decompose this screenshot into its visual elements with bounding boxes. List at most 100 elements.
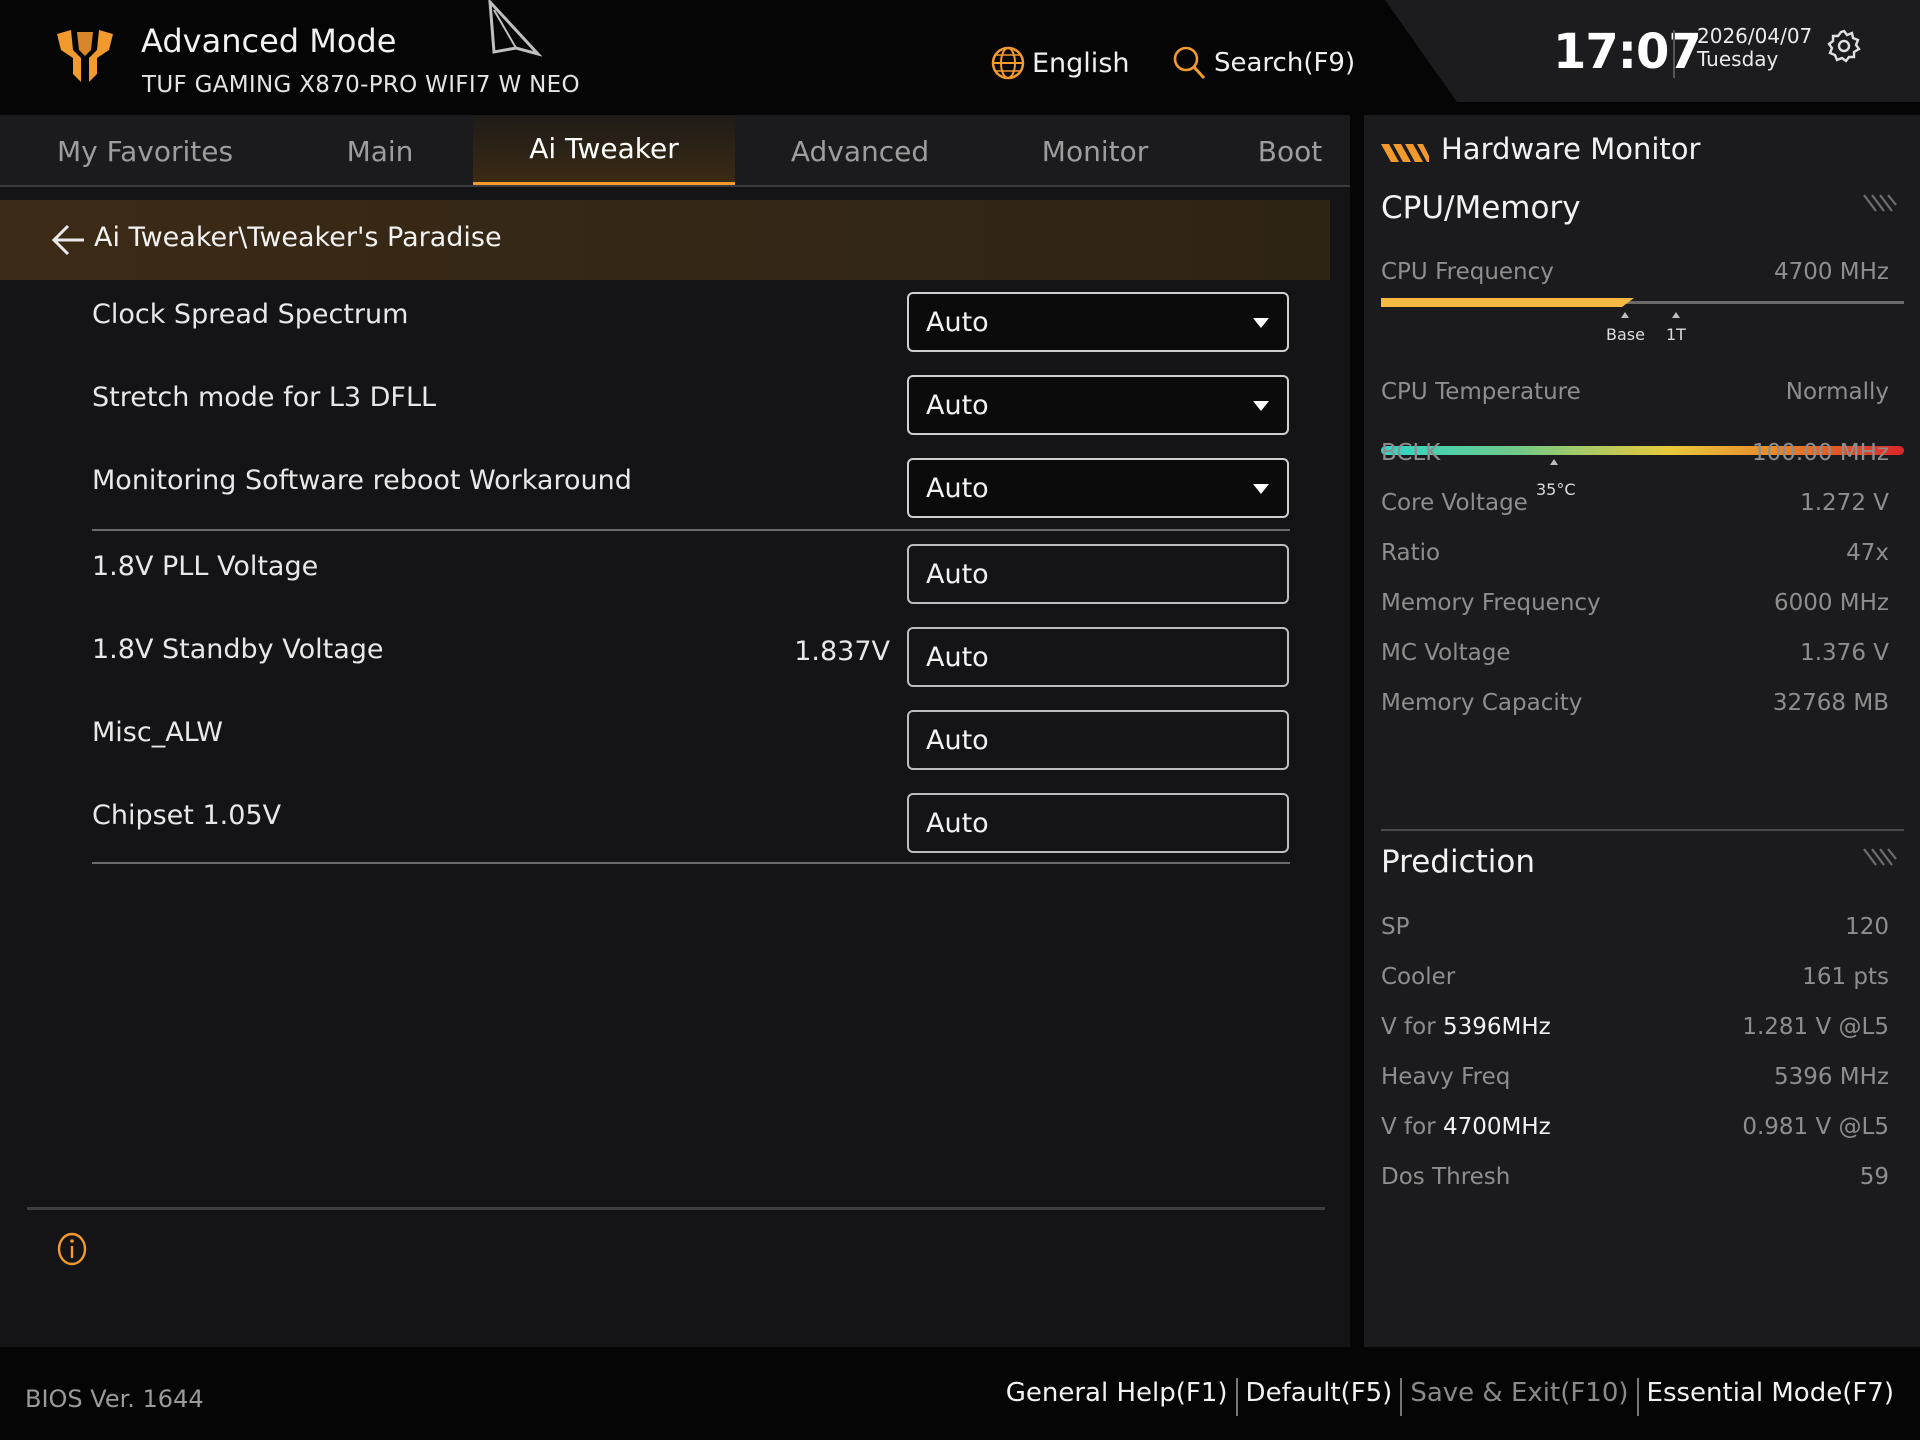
hw-value: 0.981 V @L5	[1742, 1114, 1889, 1140]
hw-label-highlight: 5396MHz	[1442, 1014, 1551, 1040]
hw-label: BCLK	[1381, 440, 1440, 466]
tick-base-label: Base	[1606, 325, 1645, 344]
tab-advanced[interactable]: Advanced	[760, 115, 960, 187]
stretch-mode-l3-dfll-dropdown[interactable]: Auto	[907, 375, 1289, 435]
setting-label: 1.8V Standby Voltage	[92, 634, 384, 665]
hw-value: 161 pts	[1802, 964, 1889, 990]
hw-label: Cooler	[1381, 964, 1455, 990]
tick-1t-marker	[1672, 312, 1680, 318]
hw-value: 1.272 V	[1800, 490, 1889, 516]
caret-down-icon	[1253, 484, 1269, 494]
misc-alw-input[interactable]: Auto	[907, 710, 1289, 770]
hw-label: CPU Temperature	[1381, 379, 1581, 405]
mode-title: Advanced Mode	[141, 22, 397, 60]
hw-label-text: MC Voltage	[1381, 640, 1511, 666]
collapse-stripes-icon[interactable]	[1862, 845, 1898, 867]
hw-label-highlight: 4700MHz	[1442, 1114, 1551, 1140]
tab-monitor[interactable]: Monitor	[1010, 115, 1180, 187]
cpu-frequency-fill	[1381, 298, 1622, 307]
setting-label: Misc_ALW	[92, 717, 223, 748]
hw-row: Memory Frequency 6000 MHz	[1381, 590, 1889, 620]
hw-value: 47x	[1846, 540, 1889, 566]
hw-label: V for 5396MHz	[1381, 1014, 1551, 1040]
prediction-title: Prediction	[1381, 844, 1536, 880]
setting-label: Clock Spread Spectrum	[92, 299, 409, 330]
help-divider	[27, 1207, 1325, 1210]
hw-label-text: Heavy Freq	[1381, 1064, 1511, 1090]
hw-row: Cooler 161 pts	[1381, 964, 1889, 994]
footer-bar: BIOS Ver. 1644 General Help(F1) Default(…	[0, 1347, 1920, 1440]
setting-row: Stretch mode for L3 DFLL Auto	[92, 372, 1290, 442]
tab-boot[interactable]: Boot	[1230, 115, 1350, 187]
setting-label: Monitoring Software reboot Workaround	[92, 465, 632, 496]
save-exit-button[interactable]: Save & Exit(F10)	[1402, 1378, 1636, 1408]
setting-label: 1.8V PLL Voltage	[92, 551, 319, 582]
hw-value: 1.376 V	[1800, 640, 1889, 666]
general-help-button[interactable]: General Help(F1)	[998, 1378, 1236, 1408]
monitoring-software-reboot-dropdown[interactable]: Auto	[907, 458, 1289, 518]
hw-label: CPU Frequency	[1381, 259, 1554, 285]
settings-panel: Ai Tweaker\Tweaker's Paradise Clock Spre…	[0, 187, 1350, 1347]
hardware-monitor-panel: Hardware Monitor CPU/Memory CPU Frequenc…	[1364, 115, 1920, 1347]
pll-voltage-input[interactable]: Auto	[907, 544, 1289, 604]
tab-main[interactable]: Main	[300, 115, 460, 187]
hw-row: SP 120	[1381, 914, 1889, 944]
hw-label: SP	[1381, 914, 1409, 940]
tab-my-favorites[interactable]: My Favorites	[30, 115, 260, 187]
setting-row: Clock Spread Spectrum Auto	[92, 289, 1290, 359]
clock-spread-spectrum-dropdown[interactable]: Auto	[907, 292, 1289, 352]
hw-divider	[1381, 829, 1904, 831]
date-block: 2026/04/07 Tuesday	[1697, 25, 1812, 71]
input-value: Auto	[926, 807, 989, 839]
hw-label: Memory Capacity	[1381, 690, 1582, 716]
hw-label-text: SP	[1381, 914, 1410, 940]
hw-label-text: Memory Frequency	[1381, 590, 1601, 616]
tab-ai-tweaker[interactable]: Ai Tweaker	[473, 115, 735, 187]
setting-label: Stretch mode for L3 DFLL	[92, 382, 437, 413]
hw-value: 1.281 V @L5	[1742, 1014, 1889, 1040]
hw-label: V for 4700MHz	[1381, 1114, 1551, 1140]
essential-mode-button[interactable]: Essential Mode(F7)	[1639, 1378, 1902, 1408]
hw-label-text: Memory Capacity	[1381, 690, 1583, 716]
cpu-memory-title: CPU/Memory	[1381, 190, 1581, 226]
standby-voltage-input[interactable]: Auto	[907, 627, 1289, 687]
hw-value: 32768 MB	[1772, 690, 1889, 716]
clock: 17:07	[1553, 24, 1702, 80]
dropdown-value: Auto	[926, 472, 989, 504]
footer-links: General Help(F1) Default(F5) Save & Exit…	[998, 1373, 1902, 1416]
setting-row: Chipset 1.05V Auto	[92, 790, 1290, 860]
hw-row: Memory Capacity 32768 MB	[1381, 690, 1889, 720]
caret-down-icon	[1253, 318, 1269, 328]
collapse-stripes-icon[interactable]	[1862, 191, 1898, 213]
section-divider	[92, 862, 1290, 864]
tuf-logo-icon	[57, 30, 113, 82]
hw-label: Dos Thresh	[1381, 1164, 1510, 1190]
setting-row: 1.8V Standby Voltage 1.837V Auto	[92, 624, 1290, 694]
input-value: Auto	[926, 558, 989, 590]
date: 2026/04/07	[1697, 24, 1813, 48]
hw-row: V for 4700MHz 0.981 V @L5	[1381, 1114, 1889, 1144]
clock-separator	[1673, 30, 1675, 78]
board-name: TUF GAMING X870-PRO WIFI7 W NEO	[142, 72, 580, 98]
language-button[interactable]: English	[990, 40, 1130, 86]
main-tabs: My Favorites Main Ai Tweaker Advanced Mo…	[0, 115, 1350, 187]
search-button[interactable]: Search(F9)	[1172, 40, 1355, 86]
search-icon	[1173, 46, 1206, 80]
gear-icon[interactable]	[1826, 28, 1862, 64]
default-button[interactable]: Default(F5)	[1238, 1378, 1401, 1408]
back-arrow-icon[interactable]	[48, 218, 86, 262]
hw-label: Heavy Freq	[1381, 1064, 1510, 1090]
dropdown-value: Auto	[926, 389, 989, 421]
globe-icon	[991, 46, 1025, 80]
search-label: Search(F9)	[1214, 48, 1356, 78]
chipset-voltage-input[interactable]: Auto	[907, 793, 1289, 853]
tick-1t-label: 1T	[1666, 325, 1686, 344]
hw-row: BCLK 100.00 MHz	[1381, 440, 1889, 470]
hw-row: Ratio 47x	[1381, 540, 1889, 570]
hw-label-text: BCLK	[1381, 440, 1441, 466]
hw-label-text: Ratio	[1381, 540, 1441, 566]
info-icon	[57, 1232, 87, 1266]
hardware-monitor-title: Hardware Monitor	[1441, 132, 1701, 166]
hw-value: 5396 MHz	[1773, 1064, 1889, 1090]
hw-row: Dos Thresh 59	[1381, 1164, 1889, 1194]
